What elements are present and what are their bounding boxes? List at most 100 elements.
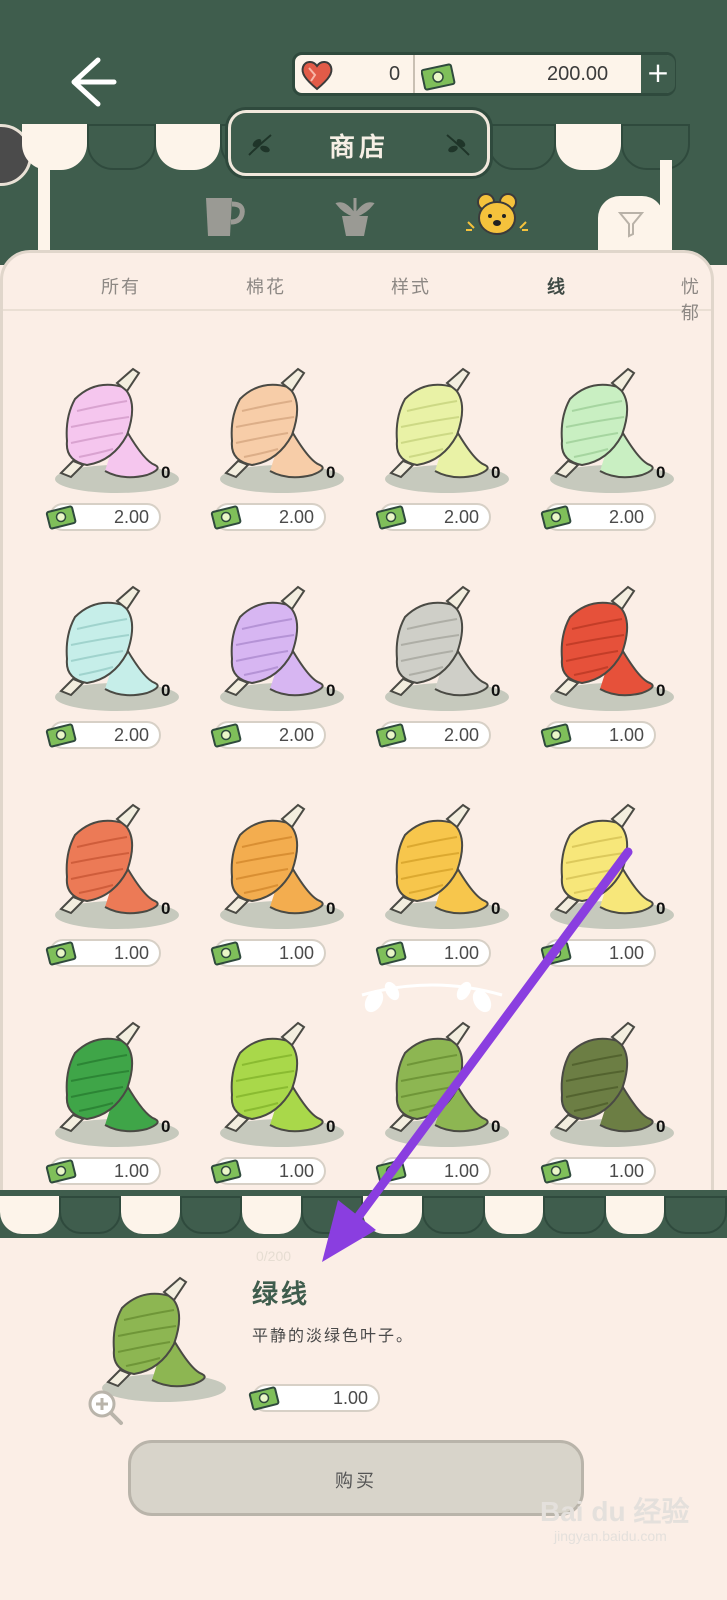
item-price-value: 2.00 (443, 507, 479, 527)
zoom-icon[interactable] (86, 1388, 124, 1426)
thread-item[interactable]: 0 1.00 (538, 797, 678, 987)
item-price: 2.00 (45, 721, 161, 749)
shop-title-sign: 商店 (228, 110, 490, 176)
item-price: 1.00 (45, 1157, 161, 1185)
cash-icon (248, 1386, 280, 1411)
item-price-value: 1.00 (608, 943, 644, 963)
thread-item[interactable]: 0 2.00 (43, 579, 183, 769)
item-price-value: 1.00 (608, 725, 644, 745)
item-price: 1.00 (210, 1157, 326, 1185)
thread-item[interactable]: 0 1.00 (538, 1015, 678, 1205)
thread-item[interactable]: 0 2.00 (208, 579, 348, 769)
watermark: Bai du 经验 jingyan.baidu.com (540, 1490, 710, 1560)
tab-cotton[interactable]: 棉花 (246, 273, 286, 299)
buy-button-label: 购买 (335, 1471, 377, 1492)
currency-divider (413, 55, 415, 93)
item-quantity: 0 (326, 1117, 336, 1136)
back-arrow-icon[interactable] (58, 52, 118, 112)
thread-item[interactable]: 0 1.00 (43, 1015, 183, 1205)
item-price: 1.00 (375, 1157, 491, 1185)
item-price-value: 1.00 (332, 1388, 368, 1408)
item-price-value: 2.00 (113, 507, 149, 527)
item-price: 2.00 (45, 503, 161, 531)
item-quantity: 0 (161, 463, 171, 482)
item-quantity: 0 (491, 1117, 501, 1136)
item-price-value: 2.00 (278, 507, 314, 527)
item-quantity: 0 (161, 1117, 171, 1136)
tab-all[interactable]: 所有 (101, 273, 141, 299)
thread-item[interactable]: 0 1.00 (43, 797, 183, 987)
item-price-value: 1.00 (278, 1161, 314, 1181)
item-price-value: 1.00 (443, 1161, 479, 1181)
item-price-value: 1.00 (278, 943, 314, 963)
item-price-value: 1.00 (443, 943, 479, 963)
thread-item[interactable]: 0 2.00 (373, 579, 513, 769)
item-price: 2.00 (375, 503, 491, 531)
filter-icon (618, 212, 644, 238)
tab-style[interactable]: 样式 (391, 273, 431, 299)
item-price-value: 1.00 (608, 1161, 644, 1181)
thread-item[interactable]: 0 1.00 (373, 1015, 513, 1205)
item-price: 2.00 (210, 503, 326, 531)
item-price-value: 2.00 (113, 725, 149, 745)
vine-decoration-icon (361, 981, 503, 1013)
item-quantity: 0 (656, 681, 666, 700)
cup-icon[interactable] (198, 192, 248, 242)
thread-item[interactable]: 0 1.00 (373, 797, 513, 987)
watermark-brand: Bai du 经验 (540, 1496, 690, 1527)
thread-item[interactable]: 0 2.00 (208, 361, 348, 551)
buy-button[interactable]: 购买 (128, 1440, 584, 1516)
item-quantity: 0 (491, 681, 501, 700)
tab-thread[interactable]: 线 (547, 273, 567, 299)
awning-pillar (38, 160, 50, 250)
cash-icon (45, 505, 77, 530)
thread-item[interactable]: 0 2.00 (43, 361, 183, 551)
hearts-value: 0 (389, 63, 401, 85)
top-bar: 0 200.00 + 商店 (0, 0, 727, 265)
heart-icon (301, 61, 333, 91)
detail-awning (0, 1190, 727, 1238)
item-price: 2.00 (540, 503, 656, 531)
item-price: 1.00 (540, 721, 656, 749)
currency-bar: 0 200.00 + (292, 52, 676, 96)
add-money-button[interactable]: + (641, 55, 675, 93)
item-price: 1.00 (45, 939, 161, 967)
cash-icon (375, 1159, 407, 1184)
cash-icon (210, 505, 242, 530)
item-price: 2.00 (375, 721, 491, 749)
item-price-value: 1.00 (113, 943, 149, 963)
item-price-value: 2.00 (608, 507, 644, 527)
cash-icon (375, 505, 407, 530)
item-quantity: 0 (326, 681, 336, 700)
item-price-value: 2.00 (278, 725, 314, 745)
item-quantity: 0 (491, 463, 501, 482)
cash-icon (540, 1159, 572, 1184)
item-name: 绿线 (252, 1280, 311, 1310)
bear-icon[interactable] (462, 192, 532, 242)
cash-icon (421, 63, 456, 91)
cash-icon (540, 941, 572, 966)
item-quantity: 0 (161, 681, 171, 700)
item-quantity: 0 (326, 463, 336, 482)
item-description: 平静的淡绿色叶子。 (252, 1326, 415, 1345)
cash-icon (540, 505, 572, 530)
thread-item[interactable]: 0 2.00 (373, 361, 513, 551)
item-price: 1.00 (248, 1384, 380, 1412)
cash-icon (210, 1159, 242, 1184)
tab-pointer (482, 253, 498, 261)
tab-bar: 所有 棉花 样式 线 忧郁 (3, 253, 711, 324)
item-quantity: 0 (161, 899, 171, 918)
cash-icon (375, 941, 407, 966)
cash-icon (210, 941, 242, 966)
tab-melancholy[interactable]: 忧郁 (681, 273, 711, 325)
thread-item[interactable]: 0 1.00 (538, 579, 678, 769)
leaf-icon (446, 134, 470, 156)
item-quantity: 0 (656, 1117, 666, 1136)
plant-icon[interactable] (330, 192, 380, 242)
thread-item[interactable]: 0 1.00 (208, 797, 348, 987)
thread-item[interactable]: 0 2.00 (538, 361, 678, 551)
thread-item[interactable]: 0 1.00 (208, 1015, 348, 1205)
item-quantity: 0 (491, 899, 501, 918)
cash-icon (210, 723, 242, 748)
item-price-value: 1.00 (113, 1161, 149, 1181)
